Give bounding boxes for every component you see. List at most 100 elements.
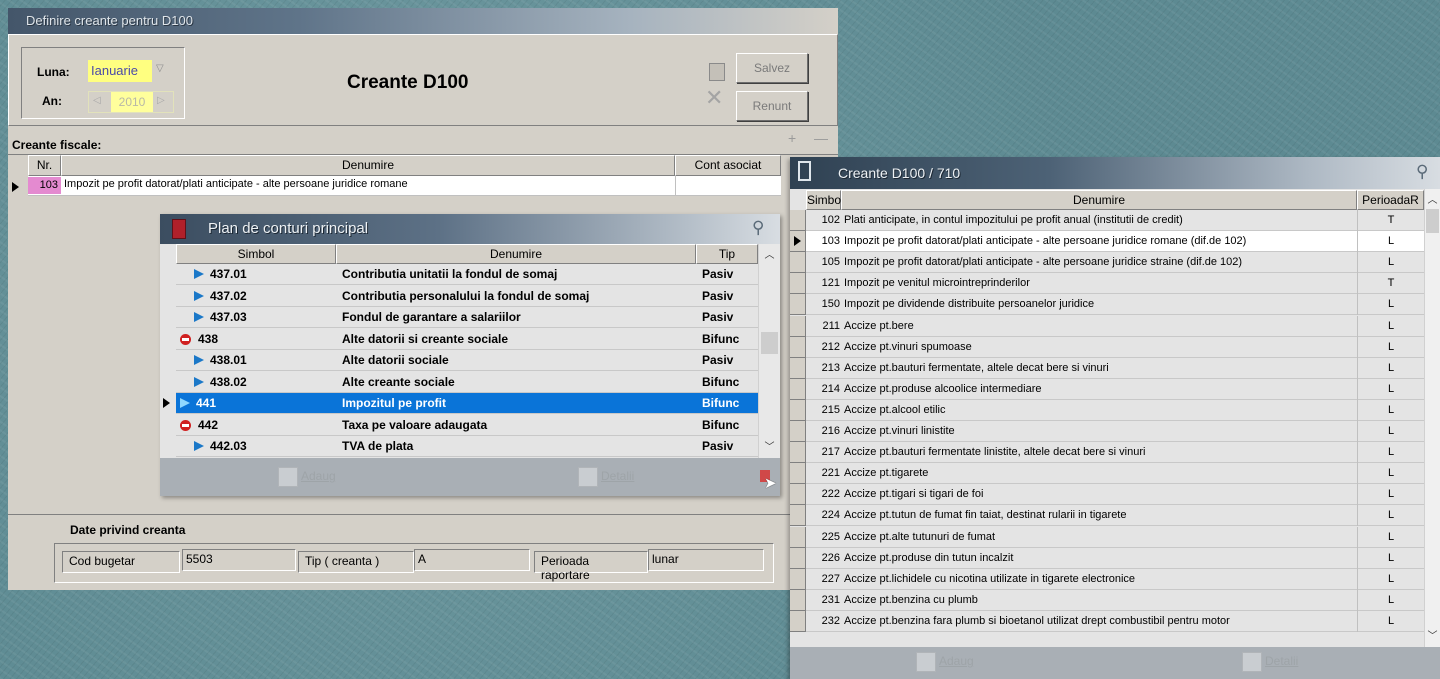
cancel-button[interactable]: Renunt (736, 91, 808, 121)
row-perioada: L (1357, 315, 1424, 337)
d100-scrollbar[interactable]: ︿ ﹀ (1424, 189, 1440, 647)
details-section: Date privind creanta Cod bugetar 5503 Ti… (8, 514, 838, 590)
add-icon[interactable]: + (788, 130, 796, 146)
window-icon (798, 161, 811, 181)
add-button-label: Adaug (301, 469, 336, 484)
period-box: Luna: Ianuarie ▽ An: ◁ 2010 ▷ (21, 47, 185, 119)
row-denumire: Accize pt.bauturi fermentate, altele dec… (844, 361, 1109, 374)
row-simbol: 150 (821, 298, 840, 311)
plan-grid: Simbol Denumire Tip 437.01 Contributia un… (160, 244, 780, 458)
luna-select[interactable]: Ianuarie ▽ (88, 60, 174, 82)
table-row[interactable]: 442 Taxa pe valoare adaugata Bifunc (176, 414, 758, 436)
main-window-titlebar[interactable]: Definire creante pentru D100 (8, 8, 838, 34)
plan-scrollbar[interactable]: ︿ ﹀ (758, 244, 780, 458)
table-row[interactable]: 442.03 TVA de plata Pasiv (176, 436, 758, 457)
scroll-up-icon[interactable]: ︿ (759, 246, 780, 262)
table-row[interactable]: 438 Alte datorii si creante sociale Bifunc (176, 328, 758, 350)
search-icon[interactable]: ⚲ (1416, 162, 1428, 182)
an-spinner[interactable]: ◁ 2010 ▷ (88, 91, 174, 113)
row-denumire: TVA de plata (342, 439, 414, 453)
scroll-down-icon[interactable]: ﹀ (1425, 627, 1440, 643)
table-row[interactable]: 150 Impozit pe dividende distribuite pers… (790, 294, 1424, 316)
row-simbol: 103 (821, 235, 840, 248)
table-row[interactable]: 441 Impozitul pe profit Bifunc (163, 393, 758, 414)
save-button[interactable]: Salvez (736, 53, 808, 83)
cod-bugetar-field[interactable]: 5503 (182, 549, 296, 571)
row-simbol: 226 (821, 551, 840, 564)
d100-titlebar[interactable]: Creante D100 / 710 ⚲ (790, 157, 1440, 189)
add-button-label: Adaug (939, 654, 974, 669)
row-gutter (790, 273, 806, 295)
table-row[interactable]: 221 Accize pt.tigarete L (790, 463, 1424, 485)
table-row[interactable]: 217 Accize pt.bauturi fermentate linistit… (790, 442, 1424, 464)
plan-col-simbol[interactable]: Simbol (176, 244, 336, 264)
row-simbol: 121 (821, 277, 840, 290)
details-button[interactable]: Detalii (1242, 652, 1298, 672)
d100-col-denumire[interactable]: Denumire (841, 190, 1357, 210)
table-row[interactable]: 227 Accize pt.lichidele cu nicotina utili… (790, 568, 1424, 590)
chevron-down-icon[interactable]: ▽ (156, 63, 164, 74)
collapse-icon (180, 419, 191, 431)
table-row[interactable]: 232 Accize pt.benzina fara plumb si bioet… (790, 610, 1424, 632)
table-row[interactable]: 121 Impozit pe venitul microintreprinderi… (790, 273, 1424, 295)
table-row[interactable]: 438.01 Alte datorii sociale Pasiv (176, 350, 758, 371)
collapse-icon (180, 333, 191, 345)
col-denumire-header[interactable]: Denumire (61, 155, 675, 176)
page-heading: Creante D100 (347, 72, 469, 93)
col-nr-header[interactable]: Nr. (28, 155, 61, 176)
tip-field[interactable]: A (414, 549, 530, 571)
plan-col-tip[interactable]: Tip (696, 244, 758, 264)
table-row[interactable]: 212 Accize pt.vinuri spumoase L (790, 336, 1424, 358)
plan-col-denumire[interactable]: Denumire (336, 244, 696, 264)
section-label: Creante fiscale: (12, 138, 102, 152)
row-nr: 103 (28, 177, 61, 194)
row-tip: Bifunc (702, 396, 740, 410)
scroll-down-icon[interactable]: ﹀ (759, 438, 780, 454)
table-row[interactable]: 437.02 Contributia personalului la fondul… (176, 285, 758, 307)
scroll-thumb[interactable] (1426, 209, 1439, 233)
remove-icon[interactable]: — (814, 130, 828, 146)
table-row[interactable]: 437.01 Contributia unitatii la fondul de … (176, 264, 758, 285)
row-denumire: Accize pt.tigari si tigari de foi (844, 488, 984, 501)
window-icon (172, 219, 186, 239)
row-gutter (790, 463, 806, 485)
row-simbol: 438 (198, 331, 219, 346)
table-row[interactable]: 216 Accize pt.vinuri linistite L (790, 421, 1424, 442)
add-button[interactable]: Adaug (278, 467, 336, 487)
details-button[interactable]: Detalii (578, 467, 634, 487)
decrement-icon[interactable]: ◁ (93, 95, 101, 106)
table-row[interactable]: 438.02 Alte creante sociale Bifunc (176, 371, 758, 393)
plan-titlebar[interactable]: Plan de conturi principal ⚲ (160, 214, 780, 244)
table-row[interactable]: 105 Impozit pe profit datorat/plati antic… (790, 252, 1424, 274)
row-simbol: 438.02 (210, 374, 247, 389)
table-row[interactable]: 103 Impozit pe profit datorat/plati antic… (790, 231, 1424, 253)
d100-col-perioada[interactable]: PerioadaR (1357, 190, 1424, 210)
table-row[interactable]: 214 Accize pt.produse alcoolice intermedi… (790, 378, 1424, 400)
row-simbol: 227 (821, 572, 840, 585)
table-row[interactable]: 226 Accize pt.produse din tutun incalzit L (790, 547, 1424, 569)
row-simbol: 213 (821, 361, 840, 374)
search-icon[interactable]: ⚲ (752, 218, 764, 238)
row-perioada: L (1357, 568, 1424, 590)
row-gutter (790, 210, 806, 231)
row-perioada: L (1357, 252, 1424, 274)
perioada-field[interactable]: lunar (648, 549, 764, 571)
table-row[interactable]: 224 Accize pt.tutun de fumat fin taiat, d… (790, 505, 1424, 527)
table-row[interactable]: 225 Accize pt.alte tutunuri de fumat L (790, 526, 1424, 548)
table-row[interactable]: 222 Accize pt.tigari si tigari de foi L (790, 484, 1424, 506)
table-row[interactable]: 215 Accize pt.alcool etilic L (790, 399, 1424, 421)
table-row[interactable]: 211 Accize pt.bere L (790, 315, 1424, 337)
table-row[interactable]: 103 Impozit pe profit datorat/plati anti… (28, 176, 781, 196)
scroll-up-icon[interactable]: ︿ (1425, 191, 1440, 207)
add-button[interactable]: Adaug (916, 652, 974, 672)
arrow-right-icon (194, 312, 204, 322)
col-cont-header[interactable]: Cont asociat (675, 155, 781, 176)
increment-icon[interactable]: ▷ (157, 95, 165, 106)
scroll-thumb[interactable] (761, 332, 778, 354)
table-row[interactable]: 102 Plati anticipate, in contul impozitul… (790, 210, 1424, 231)
row-denumire: Contributia personalului la fondul de so… (342, 288, 590, 303)
table-row[interactable]: 213 Accize pt.bauturi fermentate, altele … (790, 357, 1424, 379)
table-row[interactable]: 231 Accize pt.benzina cu plumb L (790, 589, 1424, 611)
table-row[interactable]: 437.03 Fondul de garantare a salariilor Pa… (176, 307, 758, 328)
d100-col-simbol[interactable]: Simbol (806, 190, 844, 210)
